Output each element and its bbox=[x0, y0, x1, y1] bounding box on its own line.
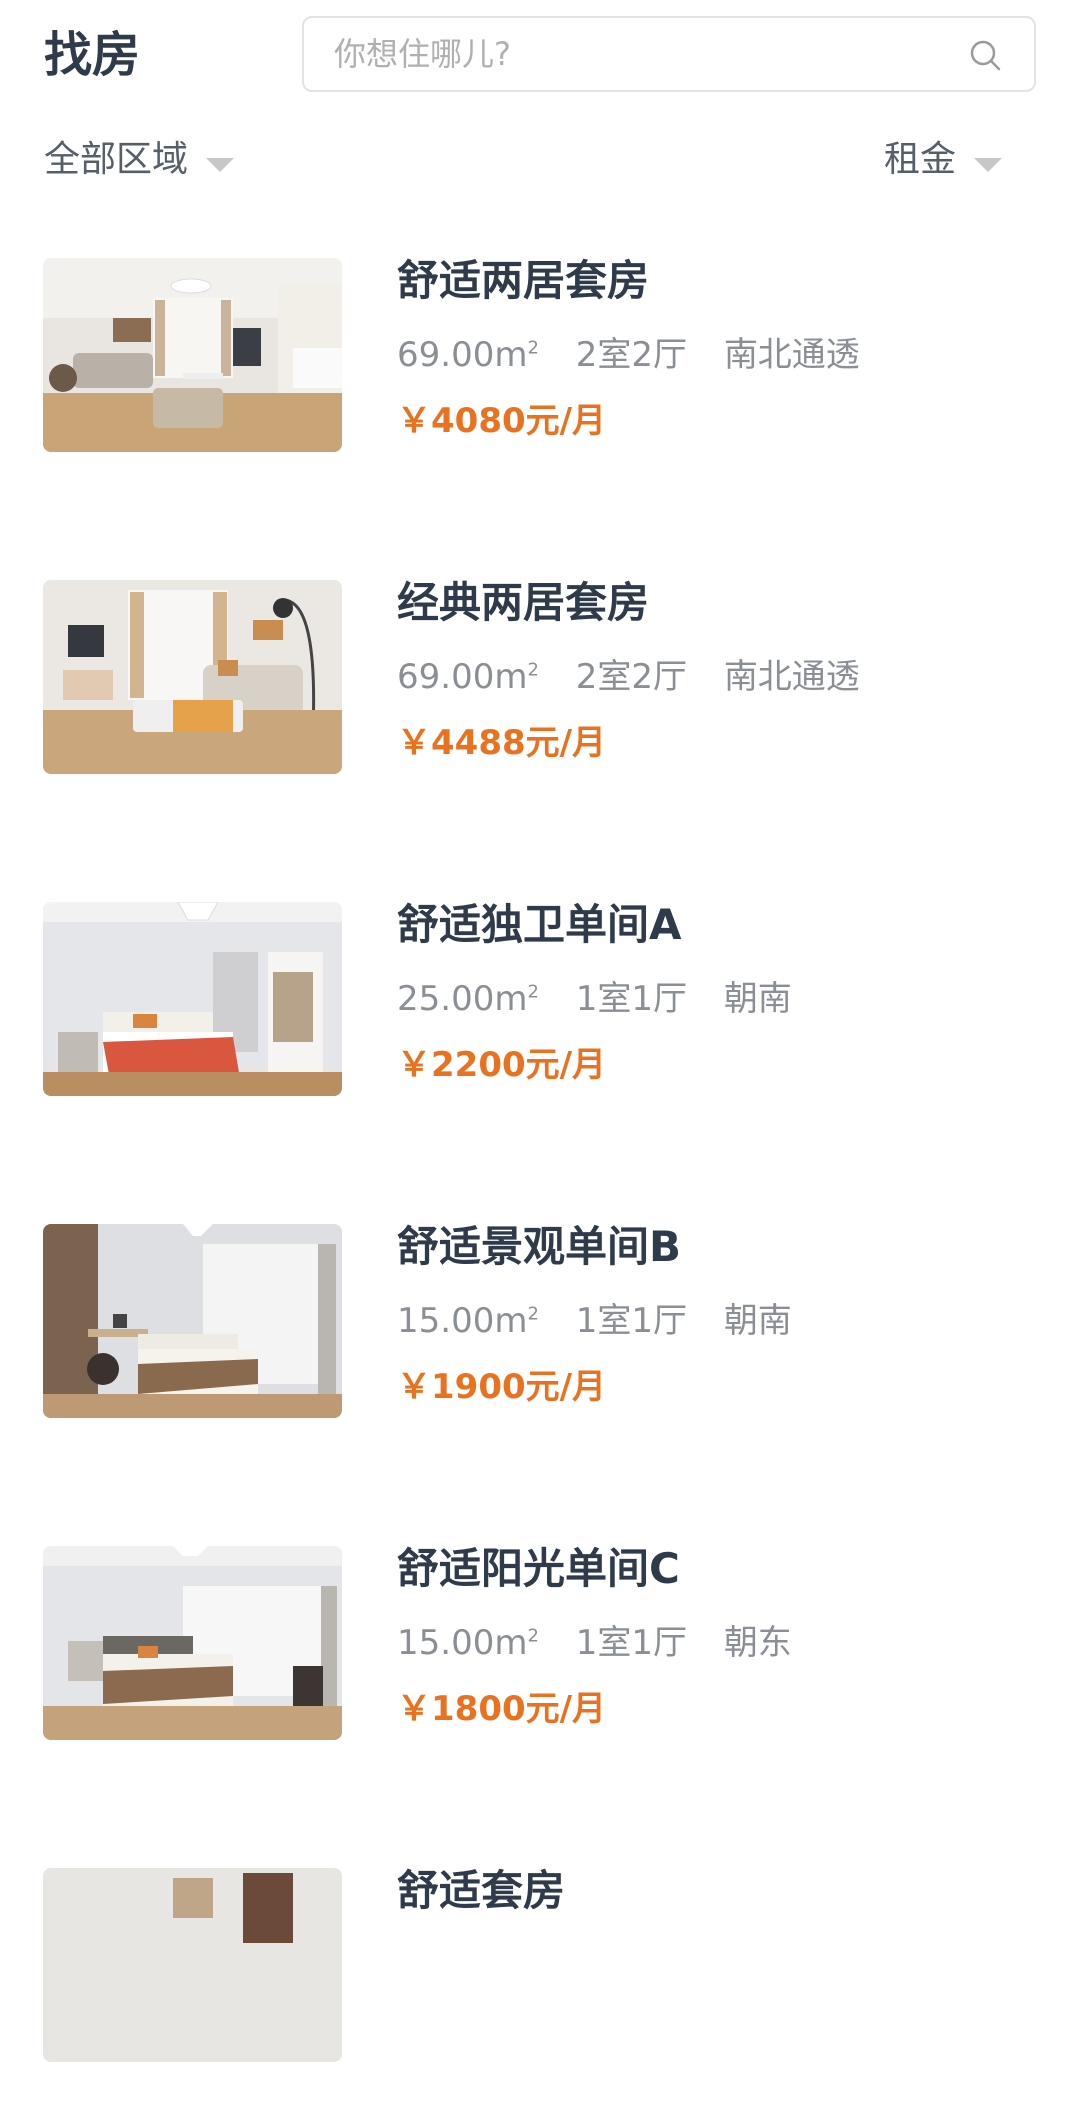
listing-area: 15.00m2 bbox=[397, 1623, 539, 1664]
listing-photo[interactable] bbox=[43, 1546, 342, 1740]
rent-filter-dropdown[interactable]: 租金 bbox=[884, 130, 1003, 190]
listing-details: 15.00m2 1室1厅 朝南 bbox=[397, 1290, 818, 1346]
listing-card[interactable]: 舒适独卫单间A 25.00m2 1室1厅 朝南 ￥2200元/月 bbox=[0, 900, 1077, 1152]
area-filter-label: 全部区域 bbox=[44, 139, 189, 180]
search-box[interactable] bbox=[302, 16, 1036, 92]
listing-card[interactable]: 经典两居套房 69.00m2 2室2厅 南北通透 ￥4488元/月 bbox=[0, 578, 1077, 830]
listing-photo[interactable] bbox=[43, 580, 342, 774]
search-input[interactable] bbox=[334, 18, 944, 90]
listing-layout: 1室1厅 bbox=[575, 1623, 687, 1664]
listing-price: ￥4488元/月 bbox=[397, 723, 607, 763]
listing-orientation: 朝东 bbox=[723, 1623, 792, 1664]
listing-layout: 1室1厅 bbox=[575, 1301, 687, 1342]
listing-photo[interactable] bbox=[43, 902, 342, 1096]
listing-details: 25.00m2 1室1厅 朝南 bbox=[397, 968, 818, 1024]
search-icon[interactable] bbox=[968, 38, 1002, 72]
listing-orientation: 朝南 bbox=[723, 1301, 792, 1342]
listing-photo[interactable] bbox=[43, 1868, 342, 2062]
listing-details: 15.00m2 1室1厅 朝东 bbox=[397, 1612, 818, 1668]
listing-card[interactable]: 舒适套房 bbox=[0, 1866, 1077, 2118]
listing-card[interactable]: 舒适两居套房 69.00m2 2室2厅 南北通透 ￥4080元/月 bbox=[0, 256, 1077, 508]
listing-photo[interactable] bbox=[43, 258, 342, 452]
listing-card[interactable]: 舒适景观单间B 15.00m2 1室1厅 朝南 ￥1900元/月 bbox=[0, 1222, 1077, 1474]
listing-details: 69.00m2 2室2厅 南北通透 bbox=[397, 324, 886, 380]
listing-layout: 1室1厅 bbox=[575, 979, 687, 1020]
page-title: 找房 bbox=[44, 27, 141, 83]
listing-price: ￥4080元/月 bbox=[397, 401, 607, 441]
area-filter-dropdown[interactable]: 全部区域 bbox=[44, 130, 235, 190]
listing-orientation: 南北通透 bbox=[723, 335, 860, 376]
listing-area: 69.00m2 bbox=[397, 657, 539, 698]
listing-orientation: 南北通透 bbox=[723, 657, 860, 698]
listing-area: 25.00m2 bbox=[397, 979, 539, 1020]
caret-down-icon bbox=[974, 158, 1003, 172]
caret-down-icon bbox=[206, 158, 235, 172]
listing-photo[interactable] bbox=[43, 1224, 342, 1418]
listing-layout: 2室2厅 bbox=[575, 657, 687, 698]
listing-price: ￥1800元/月 bbox=[397, 1689, 607, 1729]
header: 找房 bbox=[0, 0, 1077, 110]
listing-orientation: 朝南 bbox=[723, 979, 792, 1020]
listing-price: ￥1900元/月 bbox=[397, 1367, 607, 1407]
listing-card[interactable]: 舒适阳光单间C 15.00m2 1室1厅 朝东 ￥1800元/月 bbox=[0, 1544, 1077, 1796]
listing-area: 69.00m2 bbox=[397, 335, 539, 376]
filter-row: 全部区域 租金 bbox=[0, 130, 1077, 190]
listing-title[interactable]: 舒适阳光单间C bbox=[397, 1534, 680, 1604]
listing-layout: 2室2厅 bbox=[575, 335, 687, 376]
listing-area: 15.00m2 bbox=[397, 1301, 539, 1342]
listing-title[interactable]: 舒适景观单间B bbox=[397, 1212, 681, 1282]
listing-title[interactable]: 舒适两居套房 bbox=[397, 246, 649, 316]
listing-title[interactable]: 经典两居套房 bbox=[397, 568, 649, 638]
listing-details: 69.00m2 2室2厅 南北通透 bbox=[397, 646, 886, 702]
rent-filter-label: 租金 bbox=[884, 139, 957, 180]
listing-price: ￥2200元/月 bbox=[397, 1045, 607, 1085]
listing-title[interactable]: 舒适独卫单间A bbox=[397, 890, 682, 960]
